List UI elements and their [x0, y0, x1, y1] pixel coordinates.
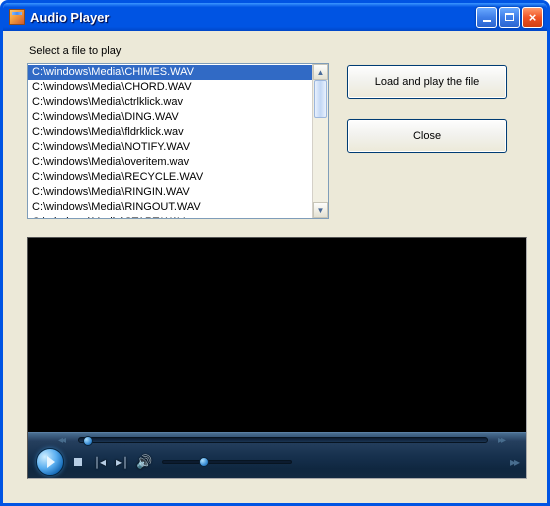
minimize-icon — [483, 20, 491, 22]
client-area: Select a file to play C:\windows\Media\C… — [3, 31, 547, 503]
list-item[interactable]: C:\windows\Media\overitem.wav — [28, 155, 312, 170]
seek-bar[interactable] — [78, 437, 488, 443]
scroll-up-button[interactable]: ▲ — [313, 64, 328, 80]
player-controls: ◂◂ ▸▸ ∣◂ ▸∣ 🔊 ▸▸ — [28, 432, 526, 478]
video-area — [28, 238, 526, 432]
forward-skip-icon: ▸▸ — [510, 455, 518, 469]
play-icon — [47, 456, 55, 468]
scroll-down-button[interactable]: ▼ — [313, 202, 328, 218]
close-label: Close — [413, 130, 441, 142]
next-button[interactable]: ▸∣ — [114, 455, 130, 469]
button-column: Load and play the file Close — [347, 65, 507, 153]
stop-icon — [74, 458, 82, 466]
close-icon: × — [529, 11, 537, 24]
close-button[interactable]: Close — [347, 119, 507, 153]
file-listbox[interactable]: C:\windows\Media\CHIMES.WAVC:\windows\Me… — [27, 63, 329, 219]
list-item[interactable]: C:\windows\Media\NOTIFY.WAV — [28, 140, 312, 155]
mute-button[interactable]: 🔊 — [136, 454, 152, 470]
list-item[interactable]: C:\windows\Media\START.WAV — [28, 215, 312, 218]
seek-thumb[interactable] — [83, 436, 93, 446]
select-file-label: Select a file to play — [29, 45, 527, 57]
volume-slider[interactable] — [162, 460, 292, 464]
list-item[interactable]: C:\windows\Media\CHORD.WAV — [28, 80, 312, 95]
list-item[interactable]: C:\windows\Media\RINGOUT.WAV — [28, 200, 312, 215]
load-play-label: Load and play the file — [375, 76, 480, 88]
top-row: C:\windows\Media\CHIMES.WAVC:\windows\Me… — [27, 63, 527, 219]
list-item[interactable]: C:\windows\Media\fldrklick.wav — [28, 125, 312, 140]
titlebar: Audio Player × — [3, 3, 547, 31]
listbox-scrollbar[interactable]: ▲ ▼ — [312, 64, 328, 218]
media-player: ◂◂ ▸▸ ∣◂ ▸∣ 🔊 ▸▸ — [27, 237, 527, 479]
volume-thumb[interactable] — [199, 457, 209, 467]
minimize-button[interactable] — [476, 7, 497, 28]
fastforward-icon: ▸▸ — [498, 435, 504, 446]
list-item[interactable]: C:\windows\Media\DING.WAV — [28, 110, 312, 125]
list-item[interactable]: C:\windows\Media\RECYCLE.WAV — [28, 170, 312, 185]
list-item[interactable]: C:\windows\Media\ctrlklick.wav — [28, 95, 312, 110]
rewind-icon: ◂◂ — [58, 435, 64, 446]
close-window-button[interactable]: × — [522, 7, 543, 28]
app-window: Audio Player × Select a file to play C:\… — [0, 0, 550, 506]
list-item[interactable]: C:\windows\Media\CHIMES.WAV — [28, 65, 312, 80]
window-title: Audio Player — [30, 10, 474, 25]
maximize-button[interactable] — [499, 7, 520, 28]
scroll-track[interactable] — [313, 80, 328, 202]
list-item[interactable]: C:\windows\Media\RINGIN.WAV — [28, 185, 312, 200]
load-play-button[interactable]: Load and play the file — [347, 65, 507, 99]
scroll-thumb[interactable] — [314, 80, 327, 118]
play-button[interactable] — [36, 448, 64, 476]
previous-button[interactable]: ∣◂ — [92, 455, 108, 469]
stop-button[interactable] — [70, 455, 86, 469]
app-icon — [9, 9, 25, 25]
maximize-icon — [505, 13, 514, 21]
